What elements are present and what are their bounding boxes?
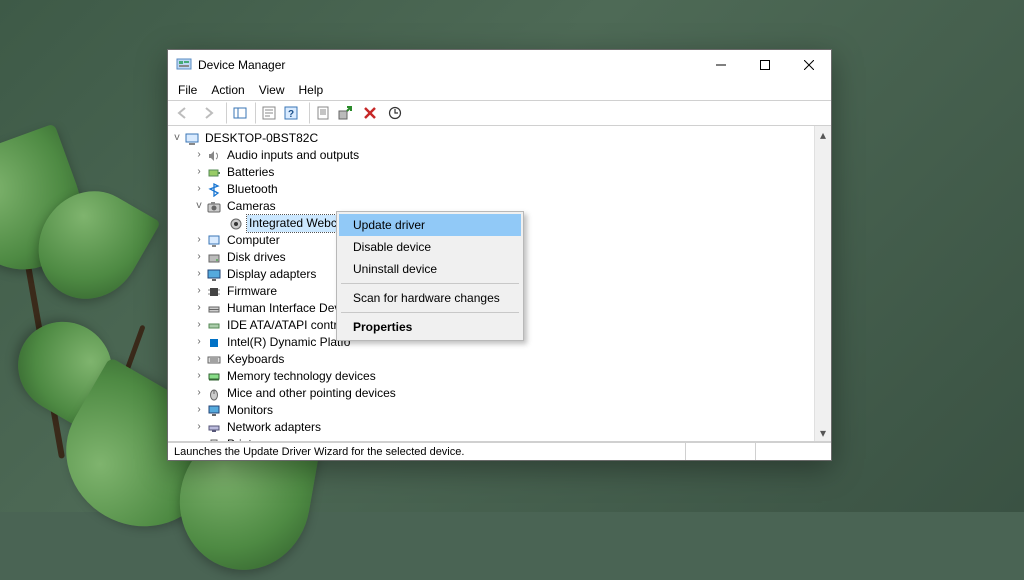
printer-icon bbox=[206, 437, 222, 442]
tree-item[interactable]: ›Monitors bbox=[170, 402, 812, 419]
forward-button[interactable] bbox=[197, 102, 219, 124]
scroll-up-button[interactable]: ▴ bbox=[815, 126, 831, 143]
collapse-icon[interactable]: v bbox=[170, 130, 184, 147]
tree-item[interactable]: ›Batteries bbox=[170, 164, 812, 181]
expand-icon[interactable]: › bbox=[192, 385, 206, 402]
ctx-update-driver[interactable]: Update driver bbox=[339, 214, 521, 236]
expand-icon[interactable]: › bbox=[192, 436, 206, 441]
menu-file[interactable]: File bbox=[172, 81, 203, 99]
tree-root[interactable]: v DESKTOP-0BST82C bbox=[170, 130, 812, 147]
menubar: File Action View Help bbox=[168, 80, 831, 100]
ctx-scan-hardware[interactable]: Scan for hardware changes bbox=[339, 287, 521, 309]
ctx-separator bbox=[341, 283, 519, 284]
expand-icon[interactable]: › bbox=[192, 351, 206, 368]
help-button[interactable]: ? bbox=[280, 102, 302, 124]
bluetooth-icon bbox=[206, 182, 222, 198]
maximize-button[interactable] bbox=[743, 50, 787, 80]
mouse-icon bbox=[206, 386, 222, 402]
ide-icon bbox=[206, 318, 222, 334]
camera-icon bbox=[206, 199, 222, 215]
expand-icon[interactable]: › bbox=[192, 147, 206, 164]
audio-icon bbox=[206, 148, 222, 164]
ctx-uninstall-device[interactable]: Uninstall device bbox=[339, 258, 521, 280]
expand-icon[interactable]: › bbox=[192, 368, 206, 385]
tree-item[interactable]: ›Network adapters bbox=[170, 419, 812, 436]
app-icon bbox=[176, 57, 192, 73]
memory-icon bbox=[206, 369, 222, 385]
tree-item[interactable]: ›Memory technology devices bbox=[170, 368, 812, 385]
context-menu: Update driver Disable device Uninstall d… bbox=[336, 211, 524, 341]
expand-icon[interactable]: › bbox=[192, 181, 206, 198]
window-title: Device Manager bbox=[198, 58, 285, 72]
tree-item[interactable]: ›Bluetooth bbox=[170, 181, 812, 198]
close-button[interactable] bbox=[787, 50, 831, 80]
expand-icon[interactable]: › bbox=[192, 402, 206, 419]
scroll-down-button[interactable]: ▾ bbox=[815, 424, 831, 441]
tree-item[interactable]: ›Audio inputs and outputs bbox=[170, 147, 812, 164]
monitor-icon bbox=[206, 403, 222, 419]
svg-text:?: ? bbox=[288, 109, 294, 120]
statusbar: Launches the Update Driver Wizard for th… bbox=[168, 442, 831, 460]
computer-icon bbox=[184, 131, 200, 147]
tree-item[interactable]: ›Mice and other pointing devices bbox=[170, 385, 812, 402]
ctx-disable-device[interactable]: Disable device bbox=[339, 236, 521, 258]
show-hide-tree-button[interactable] bbox=[226, 102, 248, 124]
expand-icon[interactable]: › bbox=[192, 334, 206, 351]
ctx-properties[interactable]: Properties bbox=[339, 316, 521, 338]
network-icon bbox=[206, 420, 222, 436]
menu-view[interactable]: View bbox=[253, 81, 291, 99]
expand-icon[interactable]: › bbox=[192, 266, 206, 283]
status-text: Launches the Update Driver Wizard for th… bbox=[174, 446, 464, 458]
expand-icon[interactable]: › bbox=[192, 164, 206, 181]
uninstall-button[interactable] bbox=[359, 102, 381, 124]
back-button[interactable] bbox=[172, 102, 194, 124]
minimize-button[interactable] bbox=[699, 50, 743, 80]
vertical-scrollbar[interactable]: ▴ ▾ bbox=[814, 126, 831, 441]
menu-action[interactable]: Action bbox=[205, 81, 250, 99]
keyboard-icon bbox=[206, 352, 222, 368]
expand-icon[interactable]: › bbox=[192, 300, 206, 317]
tree-item[interactable]: ›Keyboards bbox=[170, 351, 812, 368]
scan-hardware-button[interactable] bbox=[384, 102, 406, 124]
disk-icon bbox=[206, 250, 222, 266]
battery-icon bbox=[206, 165, 222, 181]
expand-icon[interactable]: › bbox=[192, 419, 206, 436]
display-icon bbox=[206, 267, 222, 283]
toolbar: ? bbox=[168, 100, 831, 126]
update-driver-button[interactable] bbox=[334, 102, 356, 124]
ctx-separator bbox=[341, 312, 519, 313]
chip-icon bbox=[206, 335, 222, 351]
properties-button[interactable] bbox=[309, 102, 331, 124]
help-topics-button[interactable] bbox=[255, 102, 277, 124]
menu-help[interactable]: Help bbox=[293, 81, 330, 99]
collapse-icon[interactable]: v bbox=[192, 198, 206, 215]
expand-icon[interactable]: › bbox=[192, 317, 206, 334]
firmware-icon bbox=[206, 284, 222, 300]
titlebar[interactable]: Device Manager bbox=[168, 50, 831, 80]
expand-icon[interactable]: › bbox=[192, 249, 206, 266]
expand-icon[interactable]: › bbox=[192, 283, 206, 300]
camera-icon bbox=[228, 216, 244, 232]
computer-icon bbox=[206, 233, 222, 249]
hid-icon bbox=[206, 301, 222, 317]
expand-icon[interactable]: › bbox=[192, 232, 206, 249]
tree-item[interactable]: ›Print queues bbox=[170, 436, 812, 441]
